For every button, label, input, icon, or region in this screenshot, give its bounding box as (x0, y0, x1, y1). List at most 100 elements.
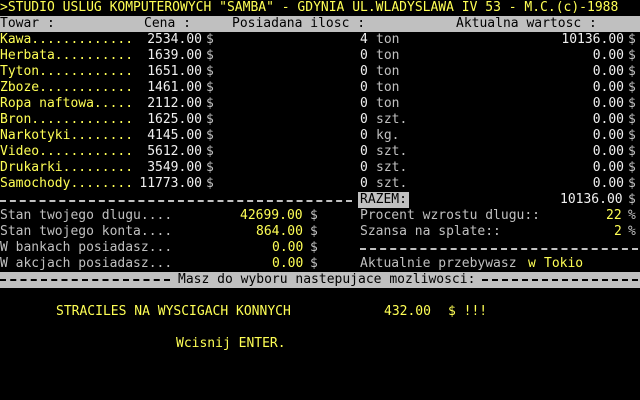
goods-value-currency: $ (628, 160, 636, 175)
goods-name: Video............ (0, 144, 134, 159)
goods-value: 0.00 (592, 80, 624, 95)
goods-price-currency: $ (206, 176, 214, 191)
goods-value: 0.00 (592, 160, 624, 175)
goods-value: 0.00 (592, 144, 624, 159)
goods-value-currency: $ (628, 80, 636, 95)
account-row: Stan twojego konta.... 864.00 $ Szansa n… (0, 224, 640, 240)
goods-name: Zboze............ (0, 80, 134, 95)
enter-prompt[interactable]: Wcisnij ENTER. (176, 336, 286, 352)
program-title: >STUDIO USLUG KOMPUTEROWYCH "SAMBA" - GD… (0, 0, 619, 15)
goods-row: Bron............. 1625.00 $0 szt. 0.00 $ (0, 112, 640, 128)
stocks-row: W akcjach posiadasz... 0.00 $ Aktualnie … (0, 256, 640, 272)
header-wartosc: Aktualna wartosc : (456, 16, 597, 31)
chance-value: 2 (614, 224, 622, 239)
chance-unit: % (628, 224, 636, 239)
goods-value-currency: $ (628, 128, 636, 143)
goods-price-currency: $ (206, 112, 214, 127)
goods-quantity: 0 (360, 112, 368, 127)
chance-label: Szansa na splate:: (360, 224, 501, 239)
goods-name: Narkotyki........ (0, 128, 134, 143)
goods-unit: ton (376, 48, 400, 63)
banks-label: W bankach posiadasz... (0, 240, 173, 255)
goods-row: Ropa naftowa..... 2112.00 $0 ton 0.00 $ (0, 96, 640, 112)
goods-quantity: 0 (360, 48, 368, 63)
goods-unit: ton (376, 32, 400, 47)
goods-unit: ton (376, 96, 400, 111)
goods-unit: szt. (376, 160, 408, 175)
goods-price-currency: $ (206, 160, 214, 175)
growth-unit: % (628, 208, 636, 223)
location-label: Aktualnie przebywasz (360, 256, 517, 271)
message-row: STRACILES NA WYSCIGACH KONNYCH 432.00 $ … (0, 304, 640, 320)
goods-price-currency: $ (206, 96, 214, 111)
column-header-bar: Towar : Cena : Posiadana ilosc : Aktualn… (0, 16, 640, 32)
goods-row: Narkotyki........ 4145.00 $0 kg. 0.00 $ (0, 128, 640, 144)
account-value: 864.00 (256, 224, 303, 239)
goods-value-currency: $ (628, 144, 636, 159)
goods-name: Kawa............. (0, 32, 134, 47)
goods-name: Bron............. (0, 112, 134, 127)
goods-price: 4145.00 (147, 128, 202, 143)
goods-quantity: 0 (360, 176, 368, 191)
goods-quantity: 0 (360, 160, 368, 175)
goods-value: 0.00 (592, 48, 624, 63)
goods-value: 0.00 (592, 96, 624, 111)
goods-price: 1461.00 (147, 80, 202, 95)
message-text: STRACILES NA WYSCIGACH KONNYCH (56, 304, 291, 319)
goods-price-currency: $ (206, 32, 214, 47)
goods-price-currency: $ (206, 80, 214, 95)
goods-price: 1651.00 (147, 64, 202, 79)
goods-price-currency: $ (206, 64, 214, 79)
goods-value: 0.00 (592, 128, 624, 143)
options-label: Masz do wyboru nastepujace mozliwosci: (178, 272, 476, 287)
goods-price: 5612.00 (147, 144, 202, 159)
goods-quantity: 0 (360, 96, 368, 111)
debt-label: Stan twojego dlugu.... (0, 208, 173, 223)
options-dash-right (482, 279, 638, 281)
goods-row: Herbata.......... 1639.00 $0 ton 0.00 $ (0, 48, 640, 64)
prompt-row: Wcisnij ENTER. (0, 336, 640, 352)
goods-row: Drukarki......... 3549.00 $0 szt. 0.00 $ (0, 160, 640, 176)
location-prefix: w (528, 256, 536, 271)
goods-price: 1639.00 (147, 48, 202, 63)
razem-value: 10136.00 (560, 192, 623, 207)
goods-value-currency: $ (628, 112, 636, 127)
goods-value-currency: $ (628, 64, 636, 79)
goods-value-currency: $ (628, 176, 636, 191)
goods-row: Kawa............. 2534.00 $4 ton 10136.00 $ (0, 32, 640, 48)
options-dash-left (0, 279, 170, 281)
goods-price-currency: $ (206, 144, 214, 159)
goods-price-currency: $ (206, 128, 214, 143)
stocks-currency: $ (310, 256, 318, 271)
goods-name: Drukarki......... (0, 160, 134, 175)
goods-unit: ton (376, 80, 400, 95)
banks-value: 0.00 (272, 240, 304, 255)
header-towar: Towar : (0, 16, 55, 31)
growth-value: 22 (606, 208, 622, 223)
goods-price: 2112.00 (147, 96, 202, 111)
goods-name: Herbata.......... (0, 48, 134, 63)
header-posiadana: Posiadana ilosc : (232, 16, 366, 31)
banks-row: W bankach posiadasz... 0.00 $ (0, 240, 640, 256)
banks-currency: $ (310, 240, 318, 255)
goods-value-currency: $ (628, 48, 636, 63)
debt-value: 42699.00 (240, 208, 303, 223)
debt-currency: $ (310, 208, 318, 223)
razem-currency: $ (628, 192, 636, 207)
goods-price: 2534.00 (147, 32, 202, 47)
goods-value: 0.00 (592, 176, 624, 191)
goods-row: Video............ 5612.00 $0 szt. 0.00 $ (0, 144, 640, 160)
goods-unit: szt. (376, 112, 408, 127)
growth-label: Procent wzrostu dlugu:: (360, 208, 541, 223)
goods-quantity: 0 (360, 64, 368, 79)
goods-quantity: 0 (360, 144, 368, 159)
goods-price: 11773.00 (139, 176, 202, 191)
account-currency: $ (310, 224, 318, 239)
location-value: Tokio (544, 256, 584, 271)
goods-value: 0.00 (592, 64, 624, 79)
goods-name: Ropa naftowa..... (0, 96, 134, 111)
stocks-label: W akcjach posiadasz... (0, 256, 173, 271)
goods-name: Samochody........ (0, 176, 134, 191)
goods-row: Zboze............ 1461.00 $0 ton 0.00 $ (0, 80, 640, 96)
goods-unit: szt. (376, 176, 408, 191)
